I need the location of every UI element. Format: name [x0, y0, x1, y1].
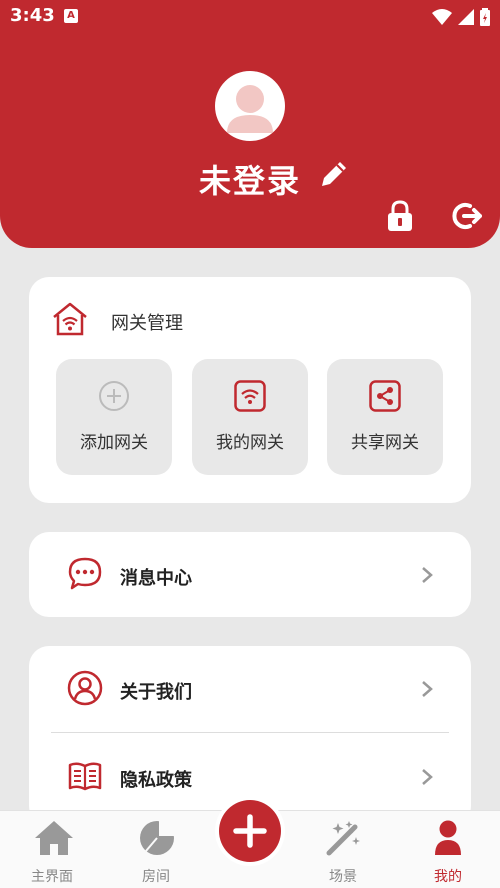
nav-home[interactable]: 主界面: [2, 811, 102, 888]
user-icon: [435, 820, 461, 855]
chevron-right-icon: [422, 769, 433, 785]
plus-icon: [233, 814, 267, 848]
gateway-home-icon: [53, 302, 87, 336]
about-us-row[interactable]: 关于我们: [29, 646, 471, 732]
nav-scenes[interactable]: 场景: [293, 811, 393, 888]
home-icon: [35, 821, 73, 855]
magic-wand-icon: [326, 821, 360, 856]
message-center-label: 消息中心: [120, 568, 192, 589]
chevron-right-icon: [422, 567, 433, 583]
nav-rooms[interactable]: 房间: [106, 811, 206, 888]
gateway-management-card: 网关管理 添加网关 我的网关 共享网关: [29, 277, 471, 503]
nav-mine-label: 我的: [434, 869, 462, 885]
pie-chart-icon: [140, 819, 176, 855]
nav-mine[interactable]: 我的: [398, 811, 498, 888]
share-box-icon: [369, 380, 401, 412]
message-center-row[interactable]: 消息中心: [29, 532, 471, 618]
nav-scenes-label: 场景: [329, 869, 357, 885]
username-row: 未登录: [0, 156, 500, 202]
system-icons: [432, 8, 490, 26]
add-gateway-label: 添加网关: [80, 433, 148, 453]
message-center-card: 消息中心: [29, 532, 471, 617]
status-time: 3:43: [10, 5, 55, 26]
default-user-icon: [227, 85, 273, 133]
plus-circle-icon: [99, 381, 129, 411]
status-bar: 3:43 A: [0, 0, 500, 34]
user-circle-icon: [67, 670, 103, 706]
about-us-label: 关于我们: [120, 682, 192, 703]
nav-home-label: 主界面: [31, 869, 73, 885]
book-icon: [68, 762, 102, 791]
lock-icon[interactable]: [386, 200, 414, 232]
logout-icon[interactable]: [452, 202, 482, 230]
chat-bubble-icon: [68, 557, 102, 590]
nav-rooms-label: 房间: [142, 869, 170, 885]
my-gateway-label: 我的网关: [216, 433, 284, 453]
add-gateway-button[interactable]: 添加网关: [56, 359, 172, 475]
avatar[interactable]: [215, 71, 285, 141]
share-gateway-label: 共享网关: [351, 433, 419, 453]
username[interactable]: 未登录: [199, 162, 301, 200]
add-button[interactable]: [215, 796, 285, 866]
battery-icon: [480, 8, 490, 26]
edit-pencil-icon[interactable]: [318, 158, 350, 190]
notification-icon: A: [64, 9, 78, 23]
privacy-policy-label: 隐私政策: [120, 770, 192, 791]
wifi-signal-icon: [432, 9, 452, 25]
divider: [51, 732, 449, 733]
wifi-box-icon: [234, 380, 266, 412]
chevron-right-icon: [422, 681, 433, 697]
my-gateway-button[interactable]: 我的网关: [192, 359, 308, 475]
share-gateway-button[interactable]: 共享网关: [327, 359, 443, 475]
cell-signal-icon: [458, 9, 474, 25]
gateway-management-title: 网关管理: [111, 313, 183, 334]
